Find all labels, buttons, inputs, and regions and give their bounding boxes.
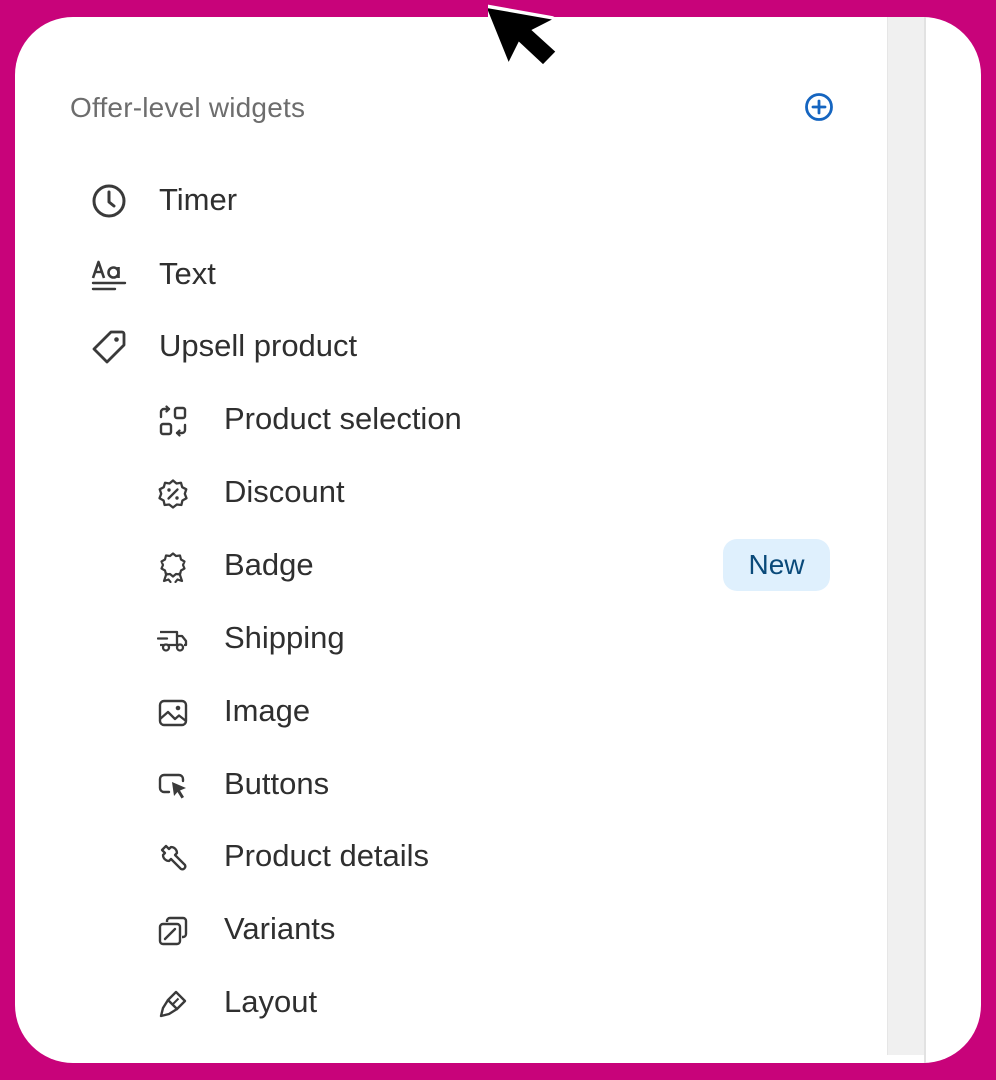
nav-item-label: Buttons — [224, 766, 330, 801]
nav-item-label: Layout — [224, 984, 318, 1019]
add-widget-button[interactable] — [803, 91, 835, 123]
badge-icon — [157, 551, 189, 583]
truck-icon — [157, 624, 189, 656]
nav-item-layout[interactable]: Layout — [157, 975, 837, 1031]
nav-item-label: Discount — [224, 474, 345, 509]
variants-icon — [157, 915, 189, 947]
nav-item-discount[interactable]: Discount — [157, 465, 837, 521]
tag-icon — [91, 329, 127, 365]
nav-item-label: Product details — [224, 838, 430, 873]
paint-brush-icon — [157, 988, 189, 1020]
nav-item-label: Image — [224, 693, 311, 728]
nav-item-variants[interactable]: Variants — [157, 902, 837, 958]
scrollbar-track[interactable] — [887, 17, 925, 1055]
nav-item-label: Text — [159, 256, 216, 291]
section-header: Offer-level widgets — [70, 85, 840, 131]
widgets-panel: Offer-level widgets Timer Text Upsell pr… — [15, 17, 981, 1063]
nav-item-shipping[interactable]: Shipping — [157, 611, 837, 667]
nav-item-product-selection[interactable]: Product selection — [157, 392, 837, 448]
nav-item-label: Timer — [159, 182, 238, 217]
nav-item-label: Variants — [224, 911, 336, 946]
nav-item-upsell-product[interactable]: Upsell product — [91, 319, 791, 375]
nav-item-buttons[interactable]: Buttons — [157, 757, 837, 813]
new-badge: New — [723, 539, 830, 591]
nav-item-label: Product selection — [224, 401, 462, 436]
mouse-pointer-icon — [488, 0, 592, 86]
discount-icon — [157, 478, 189, 510]
add-circle-icon — [805, 93, 833, 121]
nav-item-label: Shipping — [224, 620, 345, 655]
section-title: Offer-level widgets — [70, 92, 306, 123]
nav-item-label: Badge — [224, 547, 314, 582]
nav-item-text[interactable]: Text — [91, 247, 791, 303]
swap-icon — [157, 405, 189, 437]
wrench-icon — [157, 842, 189, 874]
clock-icon — [91, 183, 127, 219]
text-format-icon — [91, 257, 127, 293]
nav-item-label: Upsell product — [159, 328, 358, 363]
image-icon — [157, 697, 189, 729]
nav-item-timer[interactable]: Timer — [91, 173, 791, 229]
nav-item-product-details[interactable]: Product details — [157, 829, 837, 885]
nav-item-image[interactable]: Image — [157, 684, 837, 740]
cursor-click-icon — [157, 770, 189, 802]
panel-divider — [924, 17, 926, 1063]
